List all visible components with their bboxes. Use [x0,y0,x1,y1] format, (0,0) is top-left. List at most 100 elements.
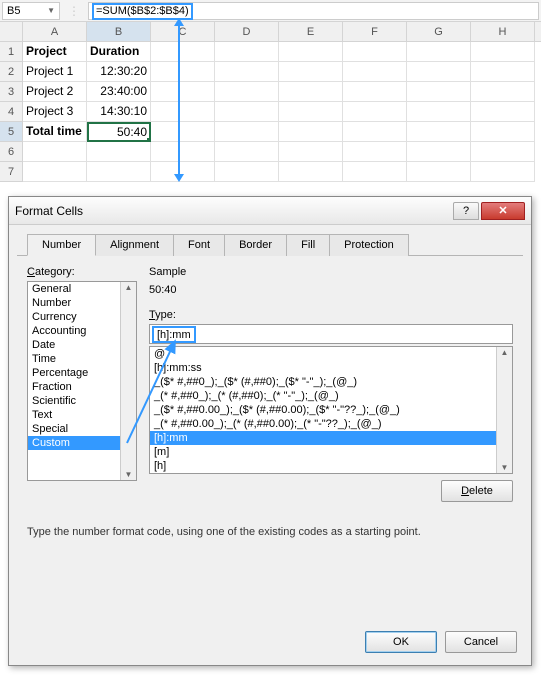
row-header[interactable]: 6 [0,142,23,162]
cell[interactable] [215,62,279,82]
cell[interactable] [279,82,343,102]
tab-border[interactable]: Border [224,234,287,256]
row-header[interactable]: 1 [0,42,23,62]
format-code-item[interactable]: @ [150,347,512,361]
help-button[interactable]: ? [453,202,479,220]
type-input[interactable]: [h]:mm [149,324,513,344]
cell[interactable] [471,122,535,142]
cell[interactable] [407,162,471,182]
cell[interactable]: Project [23,42,87,62]
cell[interactable] [279,142,343,162]
col-header[interactable]: H [471,22,535,41]
delete-button[interactable]: Delete [441,480,513,502]
cell[interactable] [343,122,407,142]
cell[interactable] [215,122,279,142]
chevron-down-icon[interactable]: ▼ [47,6,55,15]
cell[interactable] [279,122,343,142]
cell[interactable] [471,82,535,102]
cell[interactable] [215,162,279,182]
cell[interactable]: 50:40 [87,122,151,142]
cell[interactable] [151,102,215,122]
cell[interactable] [407,142,471,162]
close-button[interactable]: ✕ [481,202,525,220]
format-code-item[interactable]: _($* #,##0.00_);_($* (#,##0.00);_($* "-"… [150,403,512,417]
row-header[interactable]: 2 [0,62,23,82]
col-header[interactable]: A [23,22,87,41]
cell[interactable] [215,82,279,102]
col-header[interactable]: F [343,22,407,41]
format-code-item[interactable]: _(* #,##0_);_(* (#,##0);_(* "-"_);_(@_) [150,389,512,403]
select-all-corner[interactable] [0,22,23,41]
row-header[interactable]: 3 [0,82,23,102]
cell[interactable]: 12:30:20 [87,62,151,82]
cell[interactable] [215,102,279,122]
cell[interactable] [215,42,279,62]
cell[interactable] [343,82,407,102]
cell[interactable] [471,142,535,162]
cell[interactable] [343,102,407,122]
cell[interactable] [343,42,407,62]
col-header[interactable]: D [215,22,279,41]
cell[interactable] [151,42,215,62]
cell[interactable] [471,62,535,82]
col-header[interactable]: B [87,22,151,41]
dialog-titlebar[interactable]: Format Cells ? ✕ [9,197,531,225]
cell[interactable] [407,62,471,82]
cell[interactable] [471,42,535,62]
tab-fill[interactable]: Fill [286,234,330,256]
tab-font[interactable]: Font [173,234,225,256]
cell[interactable] [471,102,535,122]
format-code-list[interactable]: @[h]:mm:ss_($* #,##0_);_($* (#,##0);_($*… [149,346,513,474]
cell[interactable] [23,162,87,182]
cell[interactable]: Total time [23,122,87,142]
category-list[interactable]: GeneralNumberCurrencyAccountingDateTimeP… [27,281,137,481]
format-code-item[interactable]: _(* #,##0.00_);_(* (#,##0.00);_(* "-"??_… [150,417,512,431]
cell[interactable] [407,82,471,102]
row-header[interactable]: 7 [0,162,23,182]
format-code-item[interactable]: [h] [150,459,512,473]
cell[interactable]: Project 2 [23,82,87,102]
cell[interactable]: Project 1 [23,62,87,82]
cell[interactable] [87,142,151,162]
cell[interactable] [471,162,535,182]
col-header[interactable]: E [279,22,343,41]
tab-number[interactable]: Number [27,234,96,256]
cell[interactable]: 23:40:00 [87,82,151,102]
cell[interactable] [407,122,471,142]
name-box[interactable]: B5 ▼ [2,2,60,20]
cell[interactable] [215,142,279,162]
cancel-button[interactable]: Cancel [445,631,517,653]
cell[interactable] [279,62,343,82]
cell[interactable] [151,142,215,162]
col-header[interactable]: G [407,22,471,41]
cell[interactable] [279,102,343,122]
cell[interactable]: Duration [87,42,151,62]
format-code-item[interactable]: [h]:mm [150,431,512,445]
format-code-item[interactable]: [m]:ss [150,473,512,474]
tab-alignment[interactable]: Alignment [95,234,174,256]
cell[interactable] [151,122,215,142]
cell[interactable] [87,162,151,182]
cell[interactable] [23,142,87,162]
ok-button[interactable]: OK [365,631,437,653]
cell[interactable] [343,142,407,162]
cell[interactable]: 14:30:10 [87,102,151,122]
format-code-item[interactable]: [h]:mm:ss [150,361,512,375]
format-code-item[interactable]: [m] [150,445,512,459]
cell[interactable] [343,62,407,82]
tab-protection[interactable]: Protection [329,234,409,256]
cell[interactable]: Project 3 [23,102,87,122]
scrollbar[interactable]: ▲▼ [120,282,136,480]
cell[interactable] [151,62,215,82]
scrollbar[interactable]: ▲▼ [496,347,512,473]
cell[interactable] [279,162,343,182]
cell[interactable] [279,42,343,62]
formula-input[interactable]: =SUM($B$2:$B$4) [88,2,539,20]
cell[interactable] [343,162,407,182]
cell[interactable] [151,82,215,102]
row-header[interactable]: 4 [0,102,23,122]
row-header[interactable]: 5 [0,122,23,142]
cell[interactable] [407,102,471,122]
cell[interactable] [407,42,471,62]
format-code-item[interactable]: _($* #,##0_);_($* (#,##0);_($* "-"_);_(@… [150,375,512,389]
